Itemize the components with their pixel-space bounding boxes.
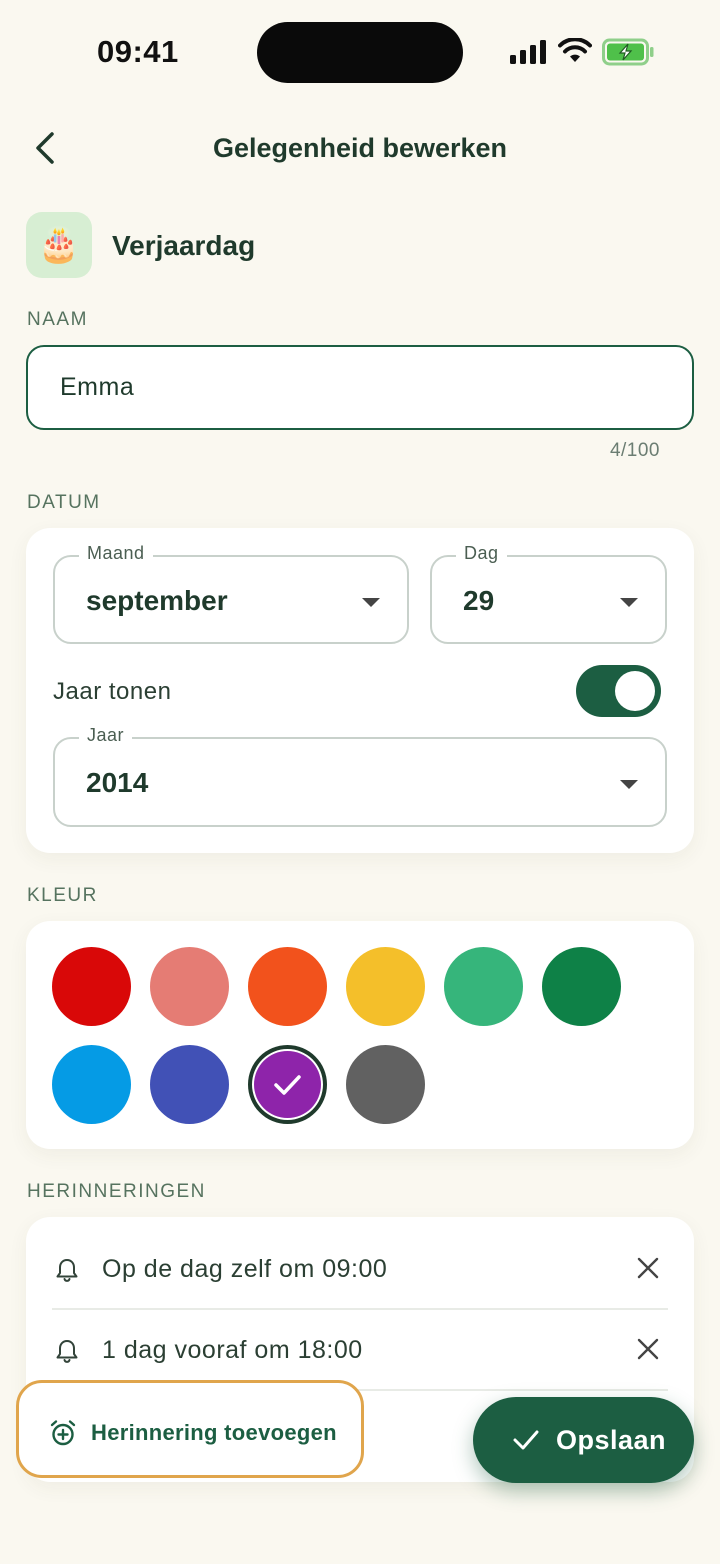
name-section-label: NAAM: [27, 309, 88, 330]
remove-reminder-close-icon[interactable]: [636, 1337, 660, 1361]
color-swatch-fill: [254, 1051, 321, 1118]
color-swatch[interactable]: [248, 947, 327, 1026]
cellular-signal-icon: [510, 40, 546, 64]
add-reminder-label: Herinnering toevoegen: [91, 1420, 337, 1445]
color-swatch[interactable]: [52, 947, 131, 1026]
day-dropdown[interactable]: Dag 29: [430, 543, 667, 644]
birthday-cake-icon[interactable]: 🎂: [26, 212, 92, 278]
show-year-label: Jaar tonen: [53, 678, 172, 705]
day-field-label: Dag: [456, 543, 507, 564]
add-reminder-button[interactable]: Herinnering toevoegen: [16, 1380, 364, 1478]
page-title: Gelegenheid bewerken: [212, 133, 508, 163]
month-value: september: [86, 585, 228, 616]
date-section-label: DATUM: [27, 492, 101, 513]
show-year-toggle[interactable]: [576, 665, 661, 717]
remove-reminder-close-icon[interactable]: [636, 1256, 660, 1280]
color-swatch[interactable]: [150, 947, 229, 1026]
checkmark-icon: [513, 1430, 539, 1450]
occasion-type-label[interactable]: Verjaardag: [112, 230, 255, 262]
name-input[interactable]: Emma: [26, 345, 694, 430]
save-button[interactable]: Opslaan: [473, 1397, 694, 1483]
chevron-down-icon: [362, 598, 380, 607]
reminder-item[interactable]: Op de dag zelf om 09:00: [26, 1229, 694, 1309]
toggle-knob: [615, 671, 655, 711]
day-value: 29: [463, 585, 495, 616]
color-swatch[interactable]: [346, 947, 425, 1026]
color-swatch[interactable]: [542, 947, 621, 1026]
color-section-label: KLEUR: [27, 885, 98, 906]
wifi-icon: [558, 38, 592, 62]
alarm-add-icon: [50, 1420, 76, 1446]
year-value: 2014: [86, 767, 149, 798]
save-label: Opslaan: [556, 1425, 667, 1455]
chevron-down-icon: [620, 780, 638, 789]
bell-icon: [56, 1259, 78, 1282]
checkmark-icon: [274, 1075, 301, 1095]
reminders-section-label: HERINNERINGEN: [27, 1181, 206, 1202]
reminder-text: 1 dag vooraf om 18:00: [102, 1336, 363, 1364]
color-swatch[interactable]: [52, 1045, 131, 1124]
bell-icon: [56, 1340, 78, 1363]
reminder-item[interactable]: 1 dag vooraf om 18:00: [26, 1310, 694, 1390]
color-swatch-selected[interactable]: [248, 1045, 327, 1124]
color-swatch[interactable]: [444, 947, 523, 1026]
name-input-value: Emma: [60, 373, 135, 401]
color-swatch[interactable]: [346, 1045, 425, 1124]
year-field-label: Jaar: [79, 725, 133, 746]
month-field-label: Maand: [79, 543, 153, 564]
dynamic-island: [257, 22, 463, 83]
status-time: 09:41: [97, 34, 179, 69]
character-counter: 4/100: [609, 440, 660, 461]
color-card: [26, 921, 694, 1149]
month-dropdown[interactable]: Maand september: [53, 543, 409, 644]
battery-charging-icon: [602, 38, 654, 66]
chevron-down-icon: [620, 598, 638, 607]
reminder-text: Op de dag zelf om 09:00: [102, 1255, 388, 1283]
year-dropdown[interactable]: Jaar 2014: [53, 725, 667, 827]
color-swatch[interactable]: [150, 1045, 229, 1124]
